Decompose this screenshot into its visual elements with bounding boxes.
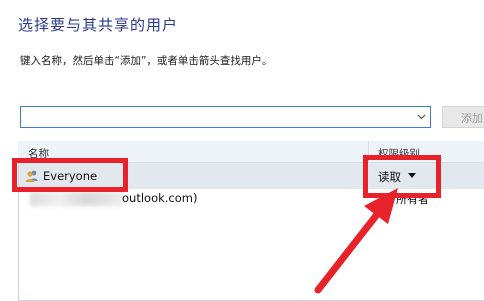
add-button[interactable]: 添加: [442, 106, 484, 128]
dialog-title: 选择要与其共享的用户: [18, 16, 179, 34]
highlight-box-everyone: [12, 158, 128, 192]
row-user-email-suffix: outlook.com): [122, 191, 198, 205]
user-dropdown-button[interactable]: [412, 106, 431, 128]
instruction-text: 键入名称，然后单击“添加”，或者单击箭头查找用户。: [20, 55, 273, 67]
chevron-down-icon: [417, 114, 425, 120]
user-name-input[interactable]: [20, 106, 413, 128]
pointer-arrow-icon: [314, 188, 398, 294]
blurred-user-name: [30, 192, 125, 206]
